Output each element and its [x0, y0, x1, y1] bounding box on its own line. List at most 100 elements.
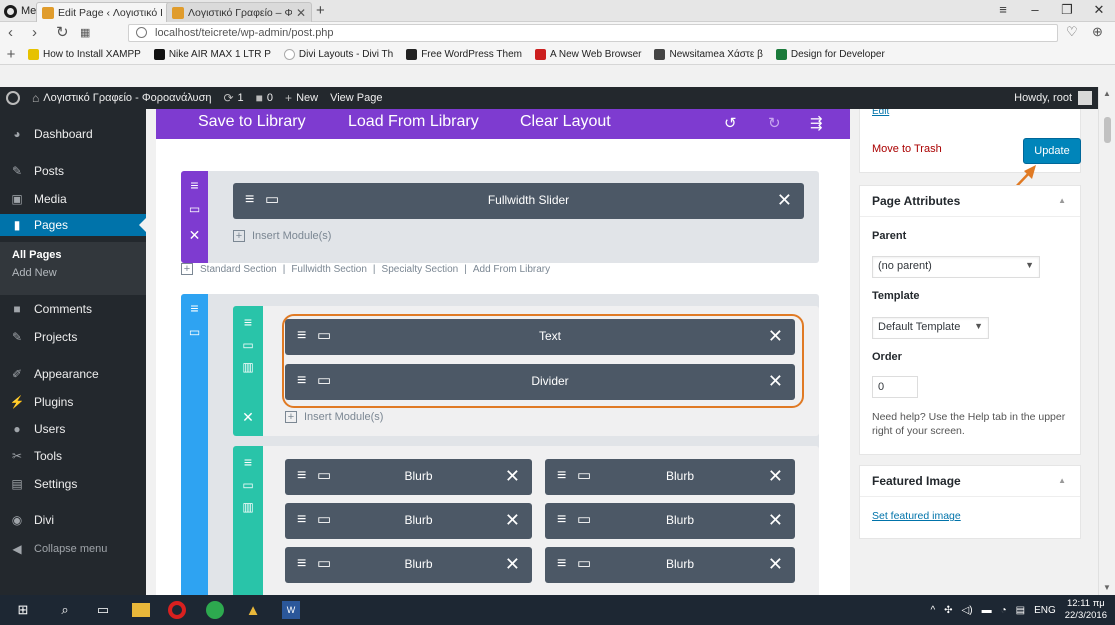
redo-icon[interactable]: ↻ [768, 114, 781, 132]
move-icon[interactable]: ≡ [233, 314, 263, 330]
load-from-library-button[interactable]: Load From Library [348, 113, 479, 131]
download-icon[interactable]: ⊕ [1092, 24, 1103, 40]
fullwidth-section-link[interactable]: Fullwidth Section [291, 264, 367, 275]
move-icon[interactable]: ≡ [181, 300, 208, 316]
settings-icon[interactable]: ▭ [317, 467, 331, 485]
new-tab-button[interactable]: + [316, 3, 325, 19]
tab-edit-page[interactable]: Edit Page ‹ Λογιστικό Γραφείο ✕ [36, 2, 182, 22]
settings-icon[interactable]: ▭ [577, 555, 591, 573]
my-account-menu[interactable]: Howdy, root [1014, 91, 1092, 105]
scroll-up-icon[interactable]: ▲ [1103, 89, 1111, 98]
bookmark-item[interactable]: Divi Layouts - Divi Th [283, 48, 393, 60]
sidebar-item-tools[interactable]: ✂ Tools [0, 445, 146, 467]
close-icon[interactable]: ✕ [181, 227, 208, 244]
opera-icon[interactable] [168, 601, 186, 619]
forward-icon[interactable]: › [32, 24, 37, 42]
reload-icon[interactable]: ↻ [56, 24, 69, 42]
sidebar-item-settings[interactable]: ▤ Settings [0, 473, 146, 495]
featured-image-header[interactable]: Featured Image ▲ [860, 466, 1080, 497]
delete-icon[interactable]: ✕ [505, 553, 520, 575]
settings-icon[interactable]: ▭ [233, 478, 263, 492]
settings-icon[interactable]: ▭ [577, 467, 591, 485]
sidebar-item-posts[interactable]: ✎ Posts [0, 160, 146, 182]
file-explorer-icon[interactable] [132, 603, 150, 617]
sidebar-item-pages[interactable]: ▮ Pages [0, 214, 146, 236]
settings-icon[interactable]: ▭ [181, 325, 208, 339]
scroll-down-icon[interactable]: ▼ [1103, 583, 1111, 592]
settings-icon[interactable]: ▭ [317, 511, 331, 529]
section-handle[interactable]: ≡ ▭ ✕ [181, 171, 208, 263]
speed-dial-icon[interactable]: ▦ [80, 24, 90, 42]
clear-layout-button[interactable]: Clear Layout [520, 113, 611, 131]
tab-menu-icon[interactable]: ≡ [987, 0, 1019, 22]
undo-icon[interactable]: ↺ [724, 114, 737, 132]
settings-icon[interactable]: ▭ [233, 338, 263, 352]
minimize-icon[interactable]: – [1019, 0, 1051, 22]
columns-icon[interactable]: ▥ [233, 360, 263, 374]
bookmark-item[interactable]: Design for Developer [775, 48, 885, 60]
insert-module-button[interactable]: + Insert Module(s) [233, 230, 331, 242]
chrome-icon[interactable] [206, 601, 224, 619]
bookmark-item[interactable]: Free WordPress Them [406, 48, 522, 60]
new-content-link[interactable]: + New [285, 91, 318, 105]
toggle-icon[interactable]: ▲ [1058, 476, 1066, 485]
page-attributes-header[interactable]: Page Attributes ▲ [860, 186, 1080, 217]
section-handle[interactable]: ≡ ▭ [181, 294, 208, 595]
notifications-icon[interactable]: ▤ [1016, 605, 1025, 616]
settings-icon[interactable]: ▭ [577, 511, 591, 529]
bookmark-item[interactable]: How to Install XAMPP [28, 48, 141, 60]
add-from-library-link[interactable]: Add From Library [473, 264, 550, 275]
move-icon[interactable]: ≡ [557, 467, 566, 485]
wordpress-logo-icon[interactable] [6, 91, 20, 105]
sidebar-item-appearance[interactable]: ✐ Appearance [0, 363, 146, 385]
settings-icon[interactable]: ▭ [317, 555, 331, 573]
heart-icon[interactable]: ♡ [1066, 24, 1078, 40]
history-icon[interactable]: ⇶ [810, 114, 823, 132]
move-icon[interactable]: ≡ [557, 511, 566, 529]
row-handle[interactable]: ≡ ▭ ▥ [233, 446, 263, 595]
url-field[interactable]: localhost/teicrete/wp-admin/post.php [128, 24, 1058, 42]
delete-icon[interactable]: ✕ [777, 189, 792, 211]
delete-icon[interactable]: ✕ [505, 509, 520, 531]
search-icon[interactable]: ⌕ [56, 601, 74, 619]
set-featured-image-link[interactable]: Set featured image [872, 510, 961, 522]
bookmark-item[interactable]: Nike AIR MAX 1 LTR P [153, 48, 271, 60]
module-blurb[interactable]: ≡ ▭ Blurb ✕ [285, 547, 532, 583]
module-blurb[interactable]: ≡ ▭ Blurb ✕ [285, 503, 532, 539]
close-window-icon[interactable]: ✕ [1083, 0, 1115, 22]
submenu-all-pages[interactable]: All Pages [12, 249, 62, 261]
bookmark-item[interactable]: A New Web Browser [534, 48, 641, 60]
sidebar-item-comments[interactable]: ■ Comments [0, 298, 146, 320]
edit-link[interactable]: Edit [872, 109, 889, 117]
delete-icon[interactable]: ✕ [505, 465, 520, 487]
submenu-add-new[interactable]: Add New [12, 267, 57, 279]
maximize-icon[interactable]: ❐ [1051, 0, 1083, 22]
clock[interactable]: 12:11 πμ 22/3/2016 [1065, 598, 1107, 622]
folder-icon[interactable]: ▲ [244, 601, 262, 619]
network-icon[interactable]: ✣ [944, 605, 952, 616]
sidebar-item-plugins[interactable]: ⚡ Plugins [0, 391, 146, 413]
delete-icon[interactable]: ✕ [768, 465, 783, 487]
sidebar-item-dashboard[interactable]: ◕ Dashboard [0, 123, 146, 145]
battery-icon[interactable]: ▬ [982, 605, 992, 616]
close-tab-icon[interactable]: ✕ [296, 6, 306, 20]
move-icon[interactable]: ≡ [297, 555, 306, 573]
template-select[interactable]: Default Template ▼ [872, 317, 989, 339]
bookmark-item[interactable]: Newsitamea Χάστε β [654, 48, 763, 60]
sidebar-item-media[interactable]: ▣ Media [0, 188, 146, 210]
module-fullwidth-slider[interactable]: ≡ ▭ Fullwidth Slider ✕ [233, 183, 804, 219]
columns-icon[interactable]: ▥ [233, 500, 263, 514]
volume-icon[interactable]: ◁) [962, 605, 973, 616]
delete-icon[interactable]: ✕ [768, 553, 783, 575]
tray-chevron-icon[interactable]: ^ [930, 605, 935, 616]
collapse-menu-button[interactable]: ◀ Collapse menu [0, 538, 146, 560]
word-icon[interactable]: W [282, 601, 300, 619]
move-icon[interactable]: ≡ [245, 191, 254, 209]
tab-site-page[interactable]: Λογιστικό Γραφείο – Φοροανάλυση ✕ [166, 2, 312, 22]
sidebar-item-divi[interactable]: ◉ Divi [0, 509, 146, 531]
language-indicator[interactable]: ENG [1034, 605, 1056, 616]
move-icon[interactable]: ≡ [233, 454, 263, 470]
move-icon[interactable]: ≡ [181, 177, 208, 193]
add-bookmark-icon[interactable]: + [0, 46, 22, 63]
module-blurb[interactable]: ≡ ▭ Blurb ✕ [545, 459, 795, 495]
